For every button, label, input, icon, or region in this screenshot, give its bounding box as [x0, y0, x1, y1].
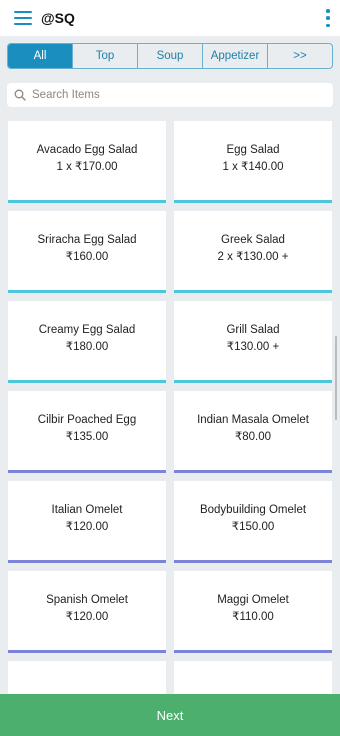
item-price: ₹120.00: [65, 521, 109, 533]
item-name: Cilbir Poached Egg: [37, 414, 137, 426]
item-name: Maggi Omelet: [217, 594, 289, 606]
next-button[interactable]: Next: [0, 694, 340, 736]
scrollbar-thumb[interactable]: [335, 336, 337, 420]
tab-soup[interactable]: Soup: [138, 44, 203, 68]
item-price: 1 x ₹140.00: [222, 161, 284, 173]
item-price: 1 x ₹170.00: [56, 161, 118, 173]
item-category-bar: [8, 470, 166, 473]
hamburger-menu-icon[interactable]: [14, 11, 32, 25]
item-category-bar: [174, 650, 332, 653]
item-card[interactable]: Indian Masala Omelet ₹80.00: [174, 391, 332, 473]
item-category-bar: [8, 290, 166, 293]
item-card[interactable]: Sriracha Egg Salad ₹160.00: [8, 211, 166, 293]
item-price: ₹80.00: [234, 431, 272, 443]
item-card[interactable]: Egg Salad 1 x ₹140.00: [174, 121, 332, 203]
more-vert-icon[interactable]: [326, 9, 330, 27]
item-price: ₹110.00: [232, 611, 274, 623]
item-price: ₹130.00 +: [226, 341, 280, 353]
item-card[interactable]: Grill Salad ₹130.00 +: [174, 301, 332, 383]
app-title: @SQ: [41, 10, 75, 26]
item-name: Egg Salad: [226, 144, 280, 156]
item-price: 2 x ₹130.00 +: [217, 251, 289, 263]
item-card[interactable]: Spanish Omelet ₹120.00: [8, 571, 166, 653]
item-category-bar: [8, 650, 166, 653]
tab-top[interactable]: Top: [73, 44, 138, 68]
search-icon: [14, 89, 26, 101]
item-name: Indian Masala Omelet: [197, 414, 309, 426]
tab-appetizer[interactable]: Appetizer: [203, 44, 268, 68]
item-card[interactable]: Cilbir Poached Egg ₹135.00: [8, 391, 166, 473]
item-card[interactable]: Bodybuilding Omelet ₹150.00: [174, 481, 332, 563]
item-category-bar: [174, 470, 332, 473]
item-price: ₹120.00: [65, 611, 109, 623]
item-category-bar: [174, 200, 332, 203]
item-name: Italian Omelet: [51, 504, 123, 516]
item-price: ₹135.00: [65, 431, 109, 443]
category-tabs: All Top Soup Appetizer >>: [7, 43, 333, 69]
item-name: Bodybuilding Omelet: [199, 504, 307, 516]
item-name: Creamy Egg Salad: [38, 324, 136, 336]
item-card[interactable]: Creamy Egg Salad ₹180.00: [8, 301, 166, 383]
item-price: ₹160.00: [65, 251, 109, 263]
item-name: Spanish Omelet: [46, 594, 128, 606]
item-card[interactable]: Italian Omelet ₹120.00: [8, 481, 166, 563]
tab-all[interactable]: All: [8, 44, 73, 68]
app-bar: @SQ: [0, 0, 340, 36]
item-category-bar: [174, 290, 332, 293]
item-price: ₹180.00: [65, 341, 109, 353]
item-card[interactable]: Avacado Egg Salad 1 x ₹170.00: [8, 121, 166, 203]
item-grid: Avacado Egg Salad 1 x ₹170.00 Egg Salad …: [8, 121, 332, 736]
item-category-bar: [8, 380, 166, 383]
item-category-bar: [8, 560, 166, 563]
tab-more[interactable]: >>: [268, 44, 332, 68]
item-category-bar: [8, 200, 166, 203]
item-card[interactable]: Greek Salad 2 x ₹130.00 +: [174, 211, 332, 293]
item-price: ₹150.00: [231, 521, 275, 533]
item-name: Greek Salad: [221, 234, 285, 246]
search-bar: [7, 83, 333, 107]
item-category-bar: [174, 380, 332, 383]
item-card[interactable]: Maggi Omelet ₹110.00: [174, 571, 332, 653]
item-name: Avacado Egg Salad: [36, 144, 138, 156]
item-category-bar: [174, 560, 332, 563]
search-input[interactable]: [32, 89, 312, 101]
item-name: Grill Salad: [226, 324, 280, 336]
item-name: Sriracha Egg Salad: [37, 234, 137, 246]
